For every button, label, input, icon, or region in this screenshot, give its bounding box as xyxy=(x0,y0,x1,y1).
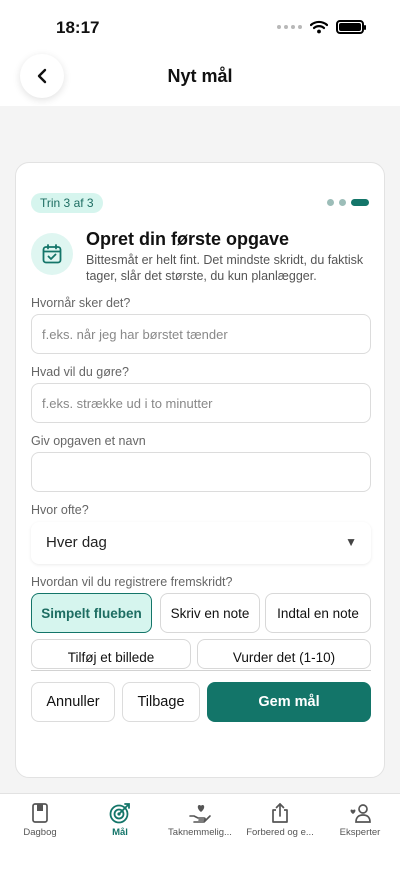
nav-bar: Nyt mål xyxy=(0,46,400,106)
progress-option-voice[interactable]: Indtal en note xyxy=(265,593,371,633)
tab-experts[interactable]: Eksperter xyxy=(320,802,400,838)
signal-icon xyxy=(277,25,302,29)
what-input[interactable] xyxy=(31,383,371,423)
share-icon xyxy=(272,803,288,823)
wifi-icon xyxy=(310,20,328,34)
book-icon xyxy=(32,803,48,823)
tab-label: Dagbog xyxy=(23,827,57,838)
progress-label: Hvordan vil du registrere fremskridt? xyxy=(31,575,233,589)
progress-option-note[interactable]: Skriv en note xyxy=(160,593,260,633)
card-subtitle: Bittesmåt er helt fint. Det mindste skri… xyxy=(86,253,364,283)
frequency-label: Hvor ofte? xyxy=(31,503,89,517)
progress-option-checkbox[interactable]: Simpelt flueben xyxy=(31,593,152,633)
cancel-button[interactable]: Annuller xyxy=(31,682,115,722)
tab-prepare[interactable]: Forbered og e... xyxy=(240,802,320,838)
card-title: Opret din første opgave xyxy=(86,229,290,249)
task-name-label: Giv opgaven et navn xyxy=(31,434,146,448)
battery-icon xyxy=(336,20,366,34)
step-badge: Trin 3 af 3 xyxy=(31,193,103,213)
tab-goals[interactable]: Mål xyxy=(80,802,160,838)
progress-option-photo[interactable]: Tilføj et billede xyxy=(31,639,191,669)
step-dot xyxy=(339,199,346,206)
task-name-input[interactable] xyxy=(31,452,371,492)
frequency-value: Hver dag xyxy=(46,534,107,551)
when-label: Hvornår sker det? xyxy=(31,296,131,310)
tab-label: Forbered og e... xyxy=(246,827,314,838)
back-step-button[interactable]: Tilbage xyxy=(122,682,200,722)
page-title: Nyt mål xyxy=(167,66,233,86)
tab-gratitude[interactable]: Taknemmelig... xyxy=(160,802,240,838)
what-label: Hvad vil du gøre? xyxy=(31,365,129,379)
step-dot-active xyxy=(351,199,369,206)
frequency-select[interactable]: Hver dag ▼ xyxy=(31,522,371,564)
tab-bar: Dagbog Mål Taknemmelig... Forbered og e.… xyxy=(0,793,400,869)
goal-card: Trin 3 af 3 Opret din første opgave Bitt… xyxy=(15,162,385,778)
experts-icon xyxy=(350,804,371,823)
step-indicator xyxy=(327,199,369,206)
divider xyxy=(31,670,371,671)
when-input[interactable] xyxy=(31,314,371,354)
status-time: 18:17 xyxy=(56,18,100,37)
tab-label: Taknemmelig... xyxy=(168,827,232,838)
step-dot xyxy=(327,199,334,206)
heart-hand-icon xyxy=(189,805,211,823)
save-goal-button[interactable]: Gem mål xyxy=(207,682,371,722)
tab-journal[interactable]: Dagbog xyxy=(0,802,80,838)
tab-label: Eksperter xyxy=(339,827,381,838)
tab-label: Mål xyxy=(112,827,128,838)
target-icon xyxy=(109,803,130,824)
progress-option-rating[interactable]: Vurder det (1-10) xyxy=(197,639,371,669)
dropdown-arrow-icon: ▼ xyxy=(345,535,357,549)
status-icons xyxy=(277,20,366,34)
calendar-check-icon xyxy=(31,233,73,275)
